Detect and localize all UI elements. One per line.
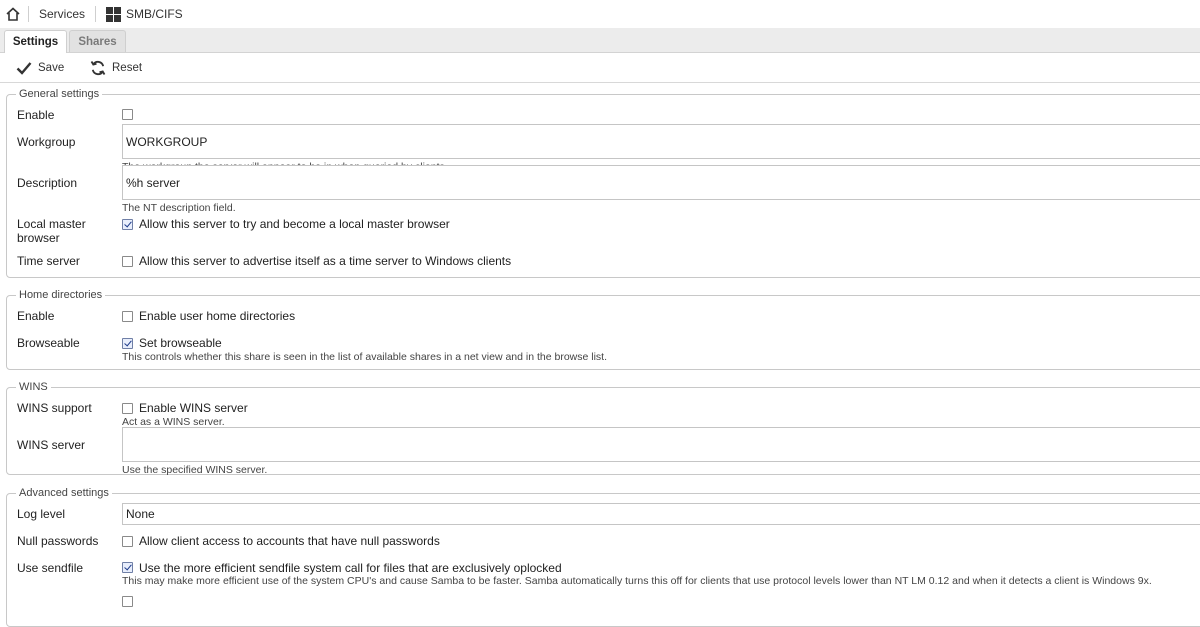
- description-help: The NT description field.: [122, 202, 236, 214]
- local-master-label: Local master browser: [17, 217, 86, 245]
- workgroup-label: Workgroup: [17, 135, 76, 149]
- wins-support-checkbox[interactable]: [122, 403, 133, 414]
- local-master-label-line1: Local master: [17, 217, 86, 231]
- sendfile-text: Use the more efficient sendfile system c…: [139, 561, 562, 575]
- breadcrumb-services[interactable]: Services: [31, 7, 93, 21]
- wins-server-help: Use the specified WINS server.: [122, 464, 268, 476]
- workgroup-input[interactable]: WORKGROUP: [122, 124, 1200, 159]
- tab-shares[interactable]: Shares: [69, 30, 126, 52]
- time-server-text: Allow this server to advertise itself as…: [139, 254, 512, 268]
- local-master-label-line2: browser: [17, 231, 60, 245]
- wins-legend: WINS: [19, 381, 48, 393]
- tab-settings[interactable]: Settings: [4, 30, 67, 53]
- toolbar: Save Reset: [0, 53, 1200, 83]
- wins-support-text: Enable WINS server: [139, 401, 248, 415]
- refresh-icon: [90, 60, 106, 75]
- local-master-text: Allow this server to try and become a lo…: [139, 217, 450, 231]
- breadcrumb-smb[interactable]: SMB/CIFS: [98, 6, 191, 22]
- sendfile-help: This may make more efficient use of the …: [122, 575, 1152, 587]
- browseable-checkbox[interactable]: [122, 338, 133, 349]
- reset-button[interactable]: Reset: [90, 53, 142, 82]
- save-label: Save: [38, 61, 65, 74]
- advanced-settings-legend: Advanced settings: [19, 487, 109, 499]
- next-option-checkbox[interactable]: [122, 596, 133, 607]
- description-input[interactable]: %h server: [122, 165, 1200, 200]
- wins-support-label: WINS support: [17, 401, 92, 415]
- breadcrumb-smb-label: SMB/CIFS: [126, 7, 183, 21]
- save-button[interactable]: Save: [16, 53, 64, 82]
- home-enable-checkbox[interactable]: [122, 311, 133, 322]
- wins-server-label: WINS server: [17, 438, 86, 452]
- local-master-checkbox[interactable]: [122, 219, 133, 230]
- windows-icon: [106, 6, 122, 22]
- null-passwords-label: Null passwords: [17, 534, 99, 548]
- null-passwords-text: Allow client access to accounts that hav…: [139, 534, 440, 548]
- wins-server-input[interactable]: [122, 427, 1200, 462]
- browseable-help: This controls whether this share is seen…: [122, 351, 607, 363]
- general-settings-legend: General settings: [19, 88, 100, 100]
- breadcrumb-separator: [28, 6, 29, 22]
- enable-checkbox[interactable]: [122, 109, 133, 120]
- home-enable-text: Enable user home directories: [139, 309, 296, 323]
- description-label: Description: [17, 176, 78, 190]
- sendfile-label: Use sendfile: [17, 561, 84, 575]
- breadcrumb-separator: [95, 6, 97, 22]
- home-enable-label: Enable: [17, 309, 55, 323]
- browseable-text: Set browseable: [139, 336, 222, 350]
- sendfile-checkbox[interactable]: [122, 562, 133, 573]
- check-icon: [16, 61, 32, 75]
- browseable-label: Browseable: [17, 336, 80, 350]
- time-server-label: Time server: [17, 254, 80, 268]
- home-icon[interactable]: [0, 0, 26, 28]
- home-directories-legend: Home directories: [19, 289, 103, 301]
- breadcrumb: Services SMB/CIFS: [0, 0, 1200, 29]
- log-level-label: Log level: [17, 507, 66, 521]
- null-passwords-checkbox[interactable]: [122, 536, 133, 547]
- time-server-checkbox[interactable]: [122, 256, 133, 267]
- enable-label: Enable: [17, 108, 55, 122]
- reset-label: Reset: [112, 61, 143, 74]
- tab-bar: Settings Shares: [0, 28, 1200, 53]
- log-level-select[interactable]: None: [122, 503, 1200, 525]
